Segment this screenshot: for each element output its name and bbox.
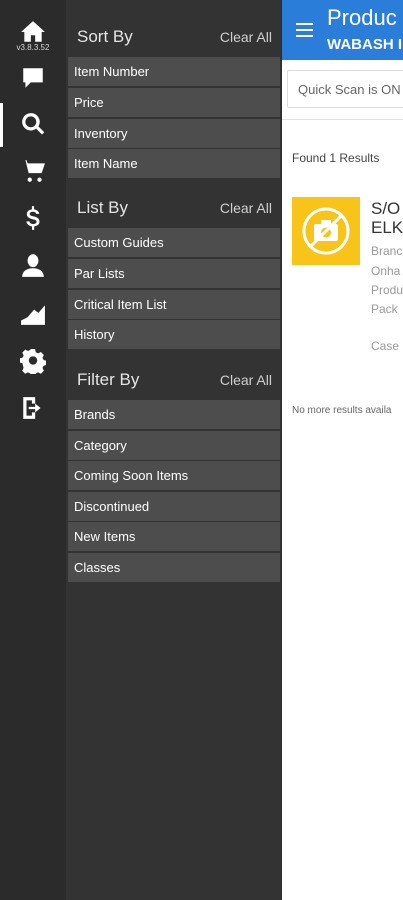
search-button[interactable] <box>0 104 66 144</box>
app-bar: Produc WABASH I <box>282 0 403 60</box>
sort-option-price[interactable]: Price <box>68 88 280 117</box>
version-label: v3.8.3.52 <box>16 43 50 52</box>
list-option-par-lists[interactable]: Par Lists <box>68 259 280 288</box>
product-pack: Pack <box>371 302 398 316</box>
sort-option-item-name[interactable]: Item Name <box>68 149 280 178</box>
sort-by-clear-all[interactable]: Clear All <box>220 29 272 45</box>
settings-button[interactable] <box>0 341 66 381</box>
product-product: Produ <box>371 283 403 297</box>
page-title: Produc <box>327 5 397 30</box>
sort-option-inventory[interactable]: Inventory <box>68 119 280 148</box>
chart-icon <box>21 305 45 325</box>
filter-by-header: Filter By Clear All <box>66 360 281 400</box>
menu-icon[interactable] <box>296 23 313 37</box>
divider <box>282 119 403 120</box>
list-option-custom-guides[interactable]: Custom Guides <box>68 228 280 257</box>
filter-option-new-items[interactable]: New Items <box>68 522 280 551</box>
filter-option-coming-soon-items[interactable]: Coming Soon Items <box>68 461 280 490</box>
reports-button[interactable] <box>0 294 66 334</box>
gear-icon <box>20 349 46 374</box>
quick-scan-placeholder: Quick Scan is ON <box>298 82 401 97</box>
dollar-icon <box>26 206 40 230</box>
filter-option-category[interactable]: Category <box>68 431 280 460</box>
product-case: Case <box>371 339 400 353</box>
page-subtitle: WABASH I <box>327 36 402 53</box>
product-content: Produc WABASH I Quick Scan is ON Found 1… <box>282 0 403 900</box>
pricing-button[interactable] <box>0 198 66 238</box>
filter-option-classes[interactable]: Classes <box>68 553 280 582</box>
results-count: Found 1 Results <box>292 151 380 165</box>
product-brand: Branc <box>371 244 403 258</box>
sort-by-header: Sort By Clear All <box>66 17 281 57</box>
sort-option-item-number[interactable]: Item Number <box>68 57 280 86</box>
filter-by-title: Filter By <box>77 370 140 389</box>
list-by-header: List By Clear All <box>66 188 281 228</box>
account-button[interactable] <box>0 245 66 285</box>
product-thumbnail[interactable] <box>292 197 360 265</box>
logout-icon <box>23 397 41 419</box>
product-onhand: Onha <box>371 264 401 278</box>
search-icon <box>22 113 45 135</box>
list-by-title: List By <box>77 198 129 217</box>
cart-button[interactable] <box>0 151 66 191</box>
product-name-line2[interactable]: ELK <box>371 218 403 238</box>
cart-icon <box>21 160 45 182</box>
chat-button[interactable] <box>0 58 66 98</box>
icon-rail: v3.8.3.52 <box>0 0 66 900</box>
list-option-critical-item-list[interactable]: Critical Item List <box>68 290 280 319</box>
no-image-camera-icon <box>302 207 350 255</box>
home-icon <box>21 21 45 42</box>
product-name-line1[interactable]: S/O <box>371 199 400 219</box>
sort-by-title: Sort By <box>77 27 133 46</box>
filter-option-discontinued[interactable]: Discontinued <box>68 492 280 521</box>
filter-option-brands[interactable]: Brands <box>68 400 280 429</box>
chat-icon <box>23 68 43 88</box>
filter-panel: Sort By Clear All Item Number Price Inve… <box>66 0 281 900</box>
user-icon <box>22 254 44 277</box>
list-by-clear-all[interactable]: Clear All <box>220 200 272 216</box>
no-more-results: No more results availa <box>292 405 392 416</box>
list-option-history[interactable]: History <box>68 320 280 349</box>
quick-scan-input[interactable]: Quick Scan is ON <box>287 70 403 108</box>
logout-button[interactable] <box>0 388 66 428</box>
filter-by-clear-all[interactable]: Clear All <box>220 372 272 388</box>
